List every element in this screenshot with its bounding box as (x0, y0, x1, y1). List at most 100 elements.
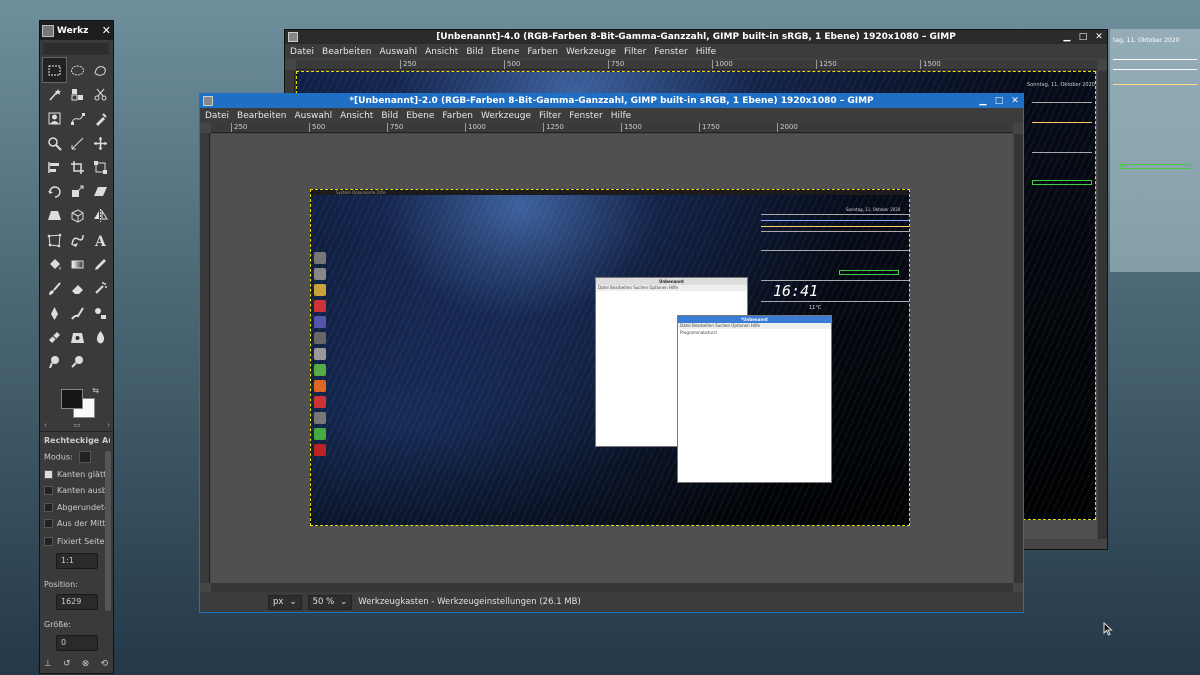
menu-bearbeiten[interactable]: Bearbeiten (322, 47, 371, 57)
menu-filter[interactable]: Filter (539, 111, 561, 121)
tool-3d-transform-icon[interactable] (66, 204, 89, 228)
menu-auswahl[interactable]: Auswahl (379, 47, 417, 57)
tool-perspective-icon[interactable] (43, 204, 66, 228)
tool-gradient-icon[interactable] (66, 252, 89, 276)
swap-colors-icon[interactable]: ⇆ (92, 386, 99, 395)
gimp-window-active[interactable]: *[Unbenannt]-2.0 (RGB-Farben 8-Bit-Gamma… (199, 93, 1024, 613)
tool-measure-icon[interactable] (66, 131, 89, 155)
menu-hilfe[interactable]: Hilfe (696, 47, 716, 57)
save-options-icon[interactable]: ⊥ (44, 659, 52, 669)
option-rounded[interactable]: Abgerundete Ecken (44, 503, 110, 512)
ratio-field[interactable]: 1:1 (56, 553, 98, 569)
tool-cage-icon[interactable] (43, 228, 66, 252)
zoom-select[interactable]: 50 % ⌄ (307, 594, 353, 610)
tool-bucket-fill-icon[interactable] (43, 252, 66, 276)
canvas-area[interactable]: System Dokumente Orte Sonntag, 11. Oktob… (211, 134, 1013, 583)
window-titlebar[interactable]: [Unbenannt]-4.0 (RGB-Farben 8-Bit-Gamma-… (285, 30, 1107, 44)
menu-datei[interactable]: Datei (205, 111, 229, 121)
menu-datei[interactable]: Datei (290, 47, 314, 57)
menu-ansicht[interactable]: Ansicht (340, 111, 373, 121)
tool-flip-icon[interactable] (89, 204, 112, 228)
close-icon[interactable]: ✕ (1009, 95, 1021, 107)
menu-bearbeiten[interactable]: Bearbeiten (237, 111, 286, 121)
tool-shear-icon[interactable] (89, 179, 112, 203)
option-from-center[interactable]: Aus der Mitte aufziehen (44, 519, 110, 528)
option-feather[interactable]: Kanten ausblenden (44, 486, 110, 495)
window-titlebar[interactable]: *[Unbenannt]-2.0 (RGB-Farben 8-Bit-Gamma… (200, 94, 1023, 108)
tool-mypaint-brush-icon[interactable] (66, 301, 89, 325)
menu-ebene[interactable]: Ebene (406, 111, 434, 121)
chevron-right-icon[interactable]: › (107, 421, 110, 429)
reset-options-icon[interactable]: ⟲ (100, 659, 108, 669)
menu-hilfe[interactable]: Hilfe (611, 111, 631, 121)
tool-perspective-clone-icon[interactable] (66, 325, 89, 349)
antialias-checkbox[interactable] (44, 470, 53, 479)
tool-crop-icon[interactable] (66, 155, 89, 179)
minimize-icon[interactable]: ▁ (977, 95, 989, 107)
maximize-icon[interactable]: □ (993, 95, 1005, 107)
toolbox-window[interactable]: Werkz ✕ A ⇆ ‹ ▭ › Rechteckige Auswahl Mo… (39, 20, 114, 674)
tool-rotate-icon[interactable] (43, 179, 66, 203)
menu-bild[interactable]: Bild (381, 111, 398, 121)
option-fixed[interactable]: Fixiert Seitenverhältnis (44, 537, 110, 546)
tool-rect-select-icon[interactable] (42, 56, 67, 84)
from-center-checkbox[interactable] (44, 519, 53, 528)
tool-by-color-select-icon[interactable] (66, 82, 89, 106)
toolbox-titlebar[interactable]: Werkz ✕ (40, 21, 113, 40)
tool-move-icon[interactable] (89, 131, 112, 155)
option-antialias[interactable]: Kanten glätten (44, 470, 110, 479)
tool-airbrush-icon[interactable] (89, 277, 112, 301)
tool-clone-icon[interactable] (89, 301, 112, 325)
horizontal-ruler[interactable]: 250 500 750 1000 1250 1500 1750 2000 (211, 123, 1013, 133)
options-scrollbar[interactable] (105, 451, 111, 611)
tool-scale-icon[interactable] (66, 179, 89, 203)
restore-options-icon[interactable]: ↺ (63, 659, 71, 669)
chevron-left-icon[interactable]: ‹ (44, 421, 47, 429)
position-field[interactable]: 1629 (56, 594, 98, 610)
menu-ansicht[interactable]: Ansicht (425, 47, 458, 57)
tool-zoom-icon[interactable] (43, 131, 66, 155)
tool-pencil-icon[interactable] (89, 252, 112, 276)
horizontal-scrollbar[interactable] (211, 583, 1013, 592)
tool-free-select-icon[interactable] (89, 58, 112, 82)
tool-text-icon[interactable]: A (89, 228, 112, 252)
menu-ebene[interactable]: Ebene (491, 47, 519, 57)
tool-scissors-select-icon[interactable] (89, 82, 112, 106)
tool-paintbrush-icon[interactable] (43, 277, 66, 301)
tool-align-icon[interactable] (43, 155, 66, 179)
menu-filter[interactable]: Filter (624, 47, 646, 57)
maximize-icon[interactable]: □ (1077, 31, 1089, 43)
tool-eraser-icon[interactable] (66, 277, 89, 301)
vertical-scrollbar[interactable] (1098, 71, 1107, 539)
menu-farben[interactable]: Farben (527, 47, 558, 57)
tool-foreground-select-icon[interactable] (43, 107, 66, 131)
tool-paths-icon[interactable] (66, 107, 89, 131)
close-icon[interactable]: ✕ (1093, 31, 1105, 43)
tool-heal-icon[interactable] (43, 325, 66, 349)
menu-auswahl[interactable]: Auswahl (294, 111, 332, 121)
tool-warp-icon[interactable] (66, 228, 89, 252)
image-canvas[interactable]: System Dokumente Orte Sonntag, 11. Oktob… (310, 189, 910, 526)
foreground-color[interactable] (61, 389, 83, 409)
tool-color-picker-icon[interactable] (89, 107, 112, 131)
tool-fuzzy-select-icon[interactable] (43, 82, 66, 106)
menu-fenster[interactable]: Fenster (569, 111, 602, 121)
mode-replace-button[interactable] (79, 451, 92, 463)
tool-dodge-burn-icon[interactable] (66, 350, 89, 374)
fixed-checkbox[interactable] (44, 537, 53, 546)
minimize-icon[interactable]: ▁ (1061, 31, 1073, 43)
fg-bg-colors[interactable]: ⇆ (59, 386, 99, 418)
horizontal-ruler[interactable]: 250 500 750 1000 1250 1500 (296, 60, 1097, 70)
vertical-ruler[interactable] (200, 133, 210, 583)
menu-farben[interactable]: Farben (442, 111, 473, 121)
toolbox-drop-area[interactable] (43, 43, 109, 55)
menu-werkzeuge[interactable]: Werkzeuge (481, 111, 531, 121)
rounded-checkbox[interactable] (44, 503, 53, 512)
tool-unified-transform-icon[interactable] (89, 155, 112, 179)
menu-werkzeuge[interactable]: Werkzeuge (566, 47, 616, 57)
menu-fenster[interactable]: Fenster (654, 47, 687, 57)
tool-ink-icon[interactable] (43, 301, 66, 325)
menu-bild[interactable]: Bild (466, 47, 483, 57)
size-field[interactable]: 0 (56, 635, 98, 651)
tool-options-tab-icon[interactable]: ▭ (74, 421, 81, 429)
